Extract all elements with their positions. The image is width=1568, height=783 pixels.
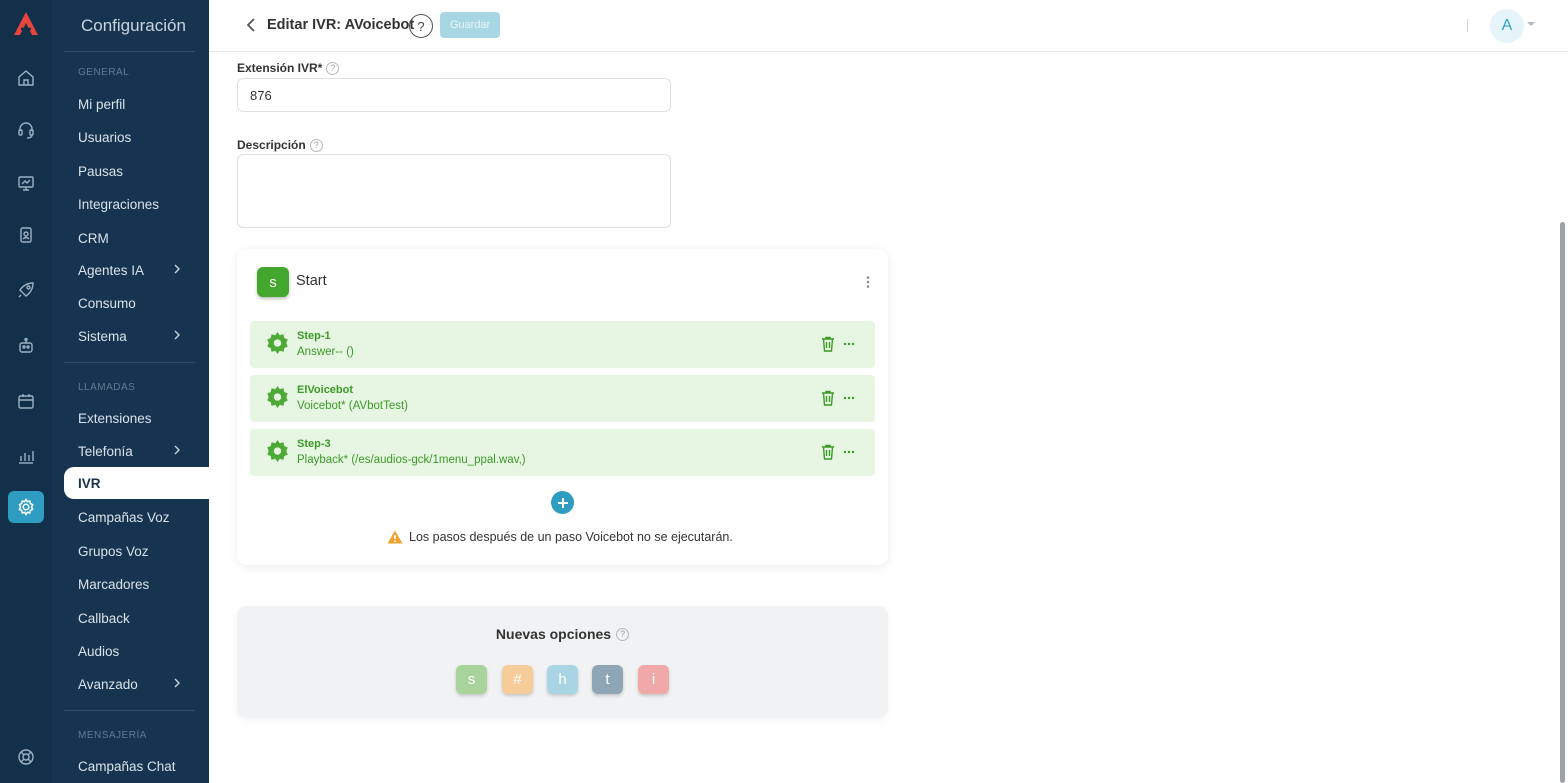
scrollbar[interactable] [1560,222,1565,783]
divider [1467,19,1468,32]
option-h-button[interactable]: h [547,665,578,694]
plus-icon [557,497,568,508]
rocket-icon[interactable] [8,274,44,306]
new-options-title: Nuevas opciones ? [237,626,888,642]
icon-rail [0,0,52,783]
settings-gear-icon[interactable] [8,491,44,523]
sidebar-item-avanzado[interactable]: Avanzado [78,669,209,699]
flow-step[interactable]: Step-1 Answer-- () [250,321,875,368]
sidebar-item-grupos-voz[interactable]: Grupos Voz [78,536,209,566]
section-mensajeria: MENSAJERÍA [78,730,147,741]
flow-step[interactable]: Step-3 Playback* (/es/audios-gck/1menu_p… [250,429,875,476]
trash-icon[interactable] [821,390,835,406]
sidebar-item-campanas-chat[interactable]: Campañas Chat [78,751,209,781]
sidebar-item-label: Sistema [78,328,127,344]
chevron-right-icon [174,264,180,274]
sidebar-item-agentes-ia[interactable]: Agentes IA [78,255,209,285]
sidebar-item-mi-perfil[interactable]: Mi perfil [78,89,209,119]
extension-input[interactable]: 876 [237,78,671,112]
sidebar-item-marcadores[interactable]: Marcadores [78,569,209,599]
more-options-icon[interactable] [843,444,855,460]
divider [64,51,195,52]
sidebar-item-usuarios[interactable]: Usuarios [78,122,209,152]
trash-icon[interactable] [821,336,835,352]
step-description: Playback* (/es/audios-gck/1menu_ppal.wav… [297,454,526,466]
option-i-button[interactable]: i [638,665,669,694]
sidebar-item-label: Telefonía [78,443,133,459]
chevron-right-icon [174,445,180,455]
settings-sidebar: Configuración GENERAL Mi perfil Usuarios… [52,0,209,783]
kebab-menu-icon[interactable] [863,275,873,289]
help-icon[interactable]: ? [326,61,340,75]
phone-book-icon[interactable] [8,219,44,251]
help-icon[interactable]: ? [409,14,433,38]
description-label-text: Descripción [237,138,306,152]
sidebar-item-sistema[interactable]: Sistema [78,321,209,351]
step-name: Step-1 [297,330,331,342]
step-name: Step-3 [297,438,331,450]
sidebar-item-pausas[interactable]: Pausas [78,156,209,186]
more-options-icon[interactable] [843,336,855,352]
start-badge: s [257,267,289,297]
flow-title: Start [296,273,327,289]
calendar-icon[interactable] [8,385,44,417]
trash-icon[interactable] [821,444,835,460]
chart-icon[interactable] [8,440,44,472]
warning-text: Los pasos después de un paso Voicebot no… [409,530,733,544]
sidebar-item-callback[interactable]: Callback [78,603,209,633]
robot-icon[interactable] [8,330,44,362]
sidebar-item-label: Agentes IA [78,262,145,278]
sidebar-item-label: Avanzado [78,676,138,692]
sidebar-item-ivr[interactable]: IVR [64,467,209,499]
section-llamadas: LLAMADAS [78,382,136,393]
monitor-icon[interactable] [8,167,44,199]
step-description: Answer-- () [297,346,354,358]
add-step-button[interactable] [551,491,574,514]
sidebar-item-telefonia[interactable]: Telefonía [78,436,209,466]
page-title: Editar IVR: AVoicebot [267,17,415,33]
gear-icon [267,386,288,408]
gear-icon [267,440,288,462]
caret-down-icon[interactable] [1527,20,1535,28]
chevron-right-icon [174,330,180,340]
headset-icon[interactable] [8,114,44,146]
sidebar-item-crm[interactable]: CRM [78,223,209,253]
sidebar-item-integraciones[interactable]: Integraciones [78,189,209,219]
logo-icon [14,12,38,35]
sidebar-item-extensiones[interactable]: Extensiones [78,403,209,433]
chevron-right-icon [174,678,180,688]
gear-icon [267,332,288,354]
more-options-icon[interactable] [843,390,855,406]
page-header: Editar IVR: AVoicebot ? Guardar A [209,0,1568,52]
help-icon[interactable]: ? [309,138,323,152]
section-general: GENERAL [78,67,130,78]
sidebar-item-campanas-voz[interactable]: Campañas Voz [78,502,209,532]
warning-icon [387,530,403,544]
extension-label-text: Extensión IVR* [237,61,323,75]
new-options-panel: Nuevas opciones ? s # h t i [237,606,888,718]
option-s-button[interactable]: s [456,665,487,694]
step-description: Voicebot* (AVbotTest) [297,400,409,412]
sidebar-item-audios[interactable]: Audios [78,636,209,666]
avatar[interactable]: A [1490,9,1524,43]
flow-step[interactable]: ElVoicebot Voicebot* (AVbotTest) [250,375,875,422]
save-button[interactable]: Guardar [440,12,500,38]
help-icon[interactable]: ? [616,627,630,641]
sidebar-title: Configuración [81,16,186,35]
extension-label: Extensión IVR* ? [237,61,340,75]
option-t-button[interactable]: t [592,665,623,694]
support-lifebuoy-icon[interactable] [8,741,44,773]
home-icon[interactable] [8,62,44,94]
divider [64,362,195,363]
description-label: Descripción ? [237,138,323,152]
back-arrow-icon[interactable] [243,16,261,34]
step-name: ElVoicebot [297,384,354,396]
option-hash-button[interactable]: # [502,665,533,694]
description-textarea[interactable] [237,154,671,228]
new-options-title-text: Nuevas opciones [495,626,612,642]
divider [64,710,195,711]
voicebot-warning: Los pasos después de un paso Voicebot no… [387,530,737,544]
start-flow-card: s Start Step-1 Answer-- () ElVoicebot Vo… [237,249,888,565]
sidebar-item-consumo[interactable]: Consumo [78,288,209,318]
